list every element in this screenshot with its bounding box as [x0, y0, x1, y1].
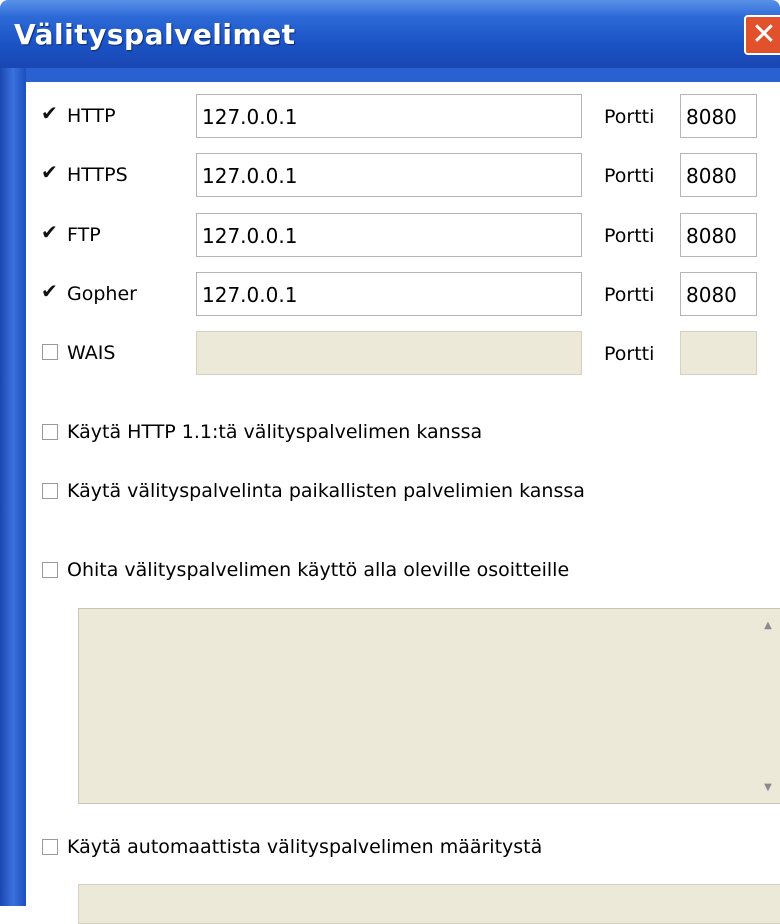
https-port-input[interactable]: 8080 [680, 153, 757, 197]
scroll-up-icon[interactable]: ▲ [755, 611, 780, 639]
wais-port-input[interactable] [680, 331, 757, 375]
ftp-label: FTP [67, 224, 101, 246]
dialog-title: Välityspalvelimet [14, 18, 296, 51]
gopher-label: Gopher [67, 283, 137, 305]
title-bar[interactable]: Välityspalvelimet [0, 0, 780, 68]
bypass-addresses-textarea[interactable]: ▲ ▼ [78, 608, 780, 804]
wais-address-input[interactable] [196, 331, 582, 375]
ftp-port-input[interactable]: 8080 [680, 213, 757, 257]
ftp-checkbox[interactable] [41, 220, 58, 244]
wais-port-label: Portti [604, 343, 655, 365]
http-address-input[interactable]: 127.0.0.1 [196, 94, 582, 138]
wais-checkbox[interactable] [42, 344, 58, 360]
https-port-label: Portti [604, 165, 655, 187]
window-frame-top [0, 68, 780, 82]
gopher-checkbox[interactable] [41, 279, 58, 303]
dialog-content: HTTP 127.0.0.1 Portti 8080 HTTPS 127.0.0… [26, 82, 780, 924]
gopher-port-label: Portti [604, 284, 655, 306]
bypass-label: Ohita välityspalvelimen käyttö alla olev… [67, 559, 570, 581]
close-button[interactable]: ✕ [744, 15, 780, 55]
textarea-scrollbar[interactable]: ▲ ▼ [755, 609, 780, 803]
http-port-input[interactable]: 8080 [680, 94, 757, 138]
https-checkbox[interactable] [41, 160, 58, 184]
https-address-input[interactable]: 127.0.0.1 [196, 153, 582, 197]
ftp-address-input[interactable]: 127.0.0.1 [196, 213, 582, 257]
auto-config-checkbox[interactable] [42, 839, 58, 855]
gopher-port-input[interactable]: 8080 [680, 272, 757, 316]
ftp-port-label: Portti [604, 225, 655, 247]
use-http11-label: Käytä HTTP 1.1:tä välityspalvelimen kans… [67, 421, 483, 443]
use-local-checkbox[interactable] [42, 483, 58, 499]
scroll-down-icon[interactable]: ▼ [755, 773, 780, 801]
bypass-checkbox[interactable] [42, 562, 58, 578]
auto-config-label: Käytä automaattista välityspalvelimen mä… [67, 836, 543, 858]
use-http11-checkbox[interactable] [42, 424, 58, 440]
window-frame-left [0, 68, 26, 906]
http-checkbox[interactable] [41, 101, 58, 125]
gopher-address-input[interactable]: 127.0.0.1 [196, 272, 582, 316]
http-label: HTTP [67, 105, 116, 127]
proxy-settings-dialog: Välityspalvelimet ✕ HTTP 127.0.0.1 Portt… [0, 0, 780, 924]
http-port-label: Portti [604, 106, 655, 128]
https-label: HTTPS [67, 164, 128, 186]
wais-label: WAIS [67, 342, 116, 364]
use-local-label: Käytä välityspalvelinta paikallisten pal… [67, 480, 585, 502]
auto-config-url-input[interactable] [78, 884, 780, 924]
